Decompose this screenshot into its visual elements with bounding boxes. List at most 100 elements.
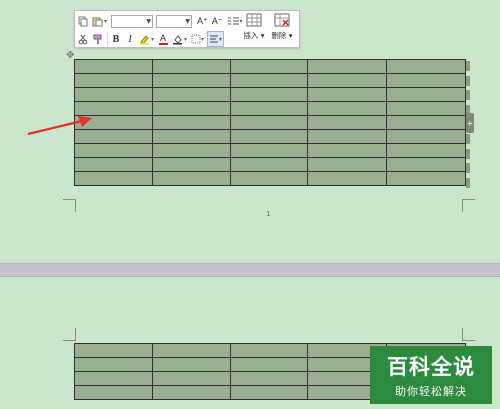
table-cell[interactable]	[386, 87, 466, 102]
table-cell[interactable]	[307, 157, 388, 172]
font-color-button[interactable]: A	[157, 31, 169, 47]
add-column-handle-icon[interactable]: +	[466, 113, 474, 133]
table-cell[interactable]	[229, 357, 309, 372]
table-cell[interactable]	[307, 115, 388, 130]
cut-icon[interactable]	[77, 31, 89, 47]
table-row	[74, 115, 466, 130]
table-cell[interactable]	[229, 101, 309, 116]
row-resize-handle[interactable]	[466, 75, 470, 86]
table-cell[interactable]	[74, 73, 153, 88]
copy-icon[interactable]	[77, 13, 89, 29]
align-icon[interactable]: ▾	[207, 31, 225, 47]
table-cell[interactable]	[307, 101, 388, 116]
baike-watermark: 百科全说 助你轻松解决	[370, 346, 492, 404]
table-cell[interactable]	[386, 143, 466, 158]
table-cell[interactable]	[151, 157, 231, 172]
table-row	[74, 101, 466, 116]
row-resize-handle[interactable]	[466, 163, 470, 174]
table-cell[interactable]	[151, 171, 231, 186]
table-cell[interactable]	[229, 115, 309, 130]
table-cell[interactable]	[229, 371, 309, 386]
table-cell[interactable]	[74, 171, 153, 186]
table-cell[interactable]	[74, 371, 153, 386]
table-row	[74, 59, 466, 74]
mini-toolbar-row-2: B I ▾ A ▾ ▾ ▾	[75, 30, 225, 48]
table-cell[interactable]	[229, 59, 309, 74]
table-page-1	[74, 59, 466, 186]
grow-font-button[interactable]: A⁺	[196, 13, 209, 29]
table-cell[interactable]	[386, 73, 466, 88]
table-cell[interactable]	[151, 371, 231, 386]
table-cell[interactable]	[74, 385, 153, 400]
table-cell[interactable]	[74, 87, 153, 102]
font-color-label: A	[160, 32, 167, 43]
table-cell[interactable]	[151, 87, 231, 102]
table-cell[interactable]	[151, 129, 231, 144]
table-cell[interactable]	[307, 171, 388, 186]
grow-font-label: A⁺	[197, 15, 208, 26]
paste-icon[interactable]: ▾	[91, 13, 108, 29]
table-cell[interactable]	[74, 59, 153, 74]
bold-button[interactable]: B	[110, 31, 122, 47]
shrink-font-button[interactable]: A⁻	[211, 13, 224, 29]
table-cell[interactable]	[74, 343, 153, 358]
insert-table-icon	[246, 13, 262, 27]
table-cell[interactable]	[229, 73, 309, 88]
red-arrow-icon	[27, 116, 92, 136]
row-resize-handle[interactable]	[466, 148, 470, 159]
shrink-font-label: A⁻	[211, 15, 223, 26]
table-cell[interactable]	[229, 157, 309, 172]
table-cell[interactable]	[151, 343, 231, 358]
table-cell[interactable]	[151, 385, 231, 400]
table-cell[interactable]	[151, 115, 231, 130]
table-cell[interactable]	[386, 157, 466, 172]
table-cell[interactable]	[386, 171, 466, 186]
table-cell[interactable]	[229, 343, 309, 358]
table-cell[interactable]	[307, 87, 388, 102]
bold-label: B	[112, 33, 120, 45]
italic-label: I	[128, 33, 132, 45]
table-row	[74, 129, 466, 144]
format-painter-icon[interactable]	[91, 31, 104, 47]
italic-button[interactable]: I	[124, 31, 136, 47]
line-spacing-icon[interactable]: ▾	[226, 13, 244, 29]
table-cell[interactable]	[229, 143, 309, 158]
table-cell[interactable]	[74, 143, 153, 158]
font-name-combo[interactable]: ▼	[111, 14, 154, 28]
table-cell[interactable]	[307, 143, 388, 158]
table-cell[interactable]	[386, 115, 466, 130]
insert-button[interactable]: 插入 ▾	[242, 13, 266, 47]
row-resize-handle[interactable]	[466, 90, 470, 101]
table-cell[interactable]	[307, 59, 388, 74]
table-cell[interactable]	[74, 157, 153, 172]
row-resize-handle[interactable]	[466, 177, 470, 188]
delete-button[interactable]: 删除 ▾	[270, 13, 294, 47]
page-number: 1	[266, 210, 271, 218]
row-resize-handle[interactable]	[466, 61, 470, 71]
table-cell[interactable]	[307, 73, 388, 88]
watermark-title: 百科全说	[387, 355, 475, 379]
table-cell[interactable]	[229, 171, 309, 186]
highlight-icon[interactable]: ▾	[138, 31, 155, 47]
table-row	[74, 171, 466, 186]
table-cell[interactable]	[151, 101, 231, 116]
table-cell[interactable]	[386, 59, 466, 74]
font-color-bar	[158, 42, 168, 45]
delete-table-icon	[274, 13, 290, 27]
table-cell[interactable]	[386, 129, 466, 144]
table-cell[interactable]	[151, 59, 231, 74]
table-cell[interactable]	[151, 143, 231, 158]
borders-icon[interactable]: ▾	[190, 31, 205, 47]
table-cell[interactable]	[229, 87, 309, 102]
shading-icon[interactable]: ▾	[171, 31, 188, 47]
row-resize-handle[interactable]	[466, 134, 470, 144]
table-row	[74, 157, 466, 172]
table-cell[interactable]	[229, 129, 309, 144]
table-cell[interactable]	[151, 357, 231, 372]
font-size-combo[interactable]: ▼	[156, 14, 193, 28]
table-cell[interactable]	[151, 73, 231, 88]
table-cell[interactable]	[74, 357, 153, 372]
table-cell[interactable]	[386, 101, 466, 116]
table-cell[interactable]	[229, 385, 309, 400]
table-cell[interactable]	[307, 129, 388, 144]
